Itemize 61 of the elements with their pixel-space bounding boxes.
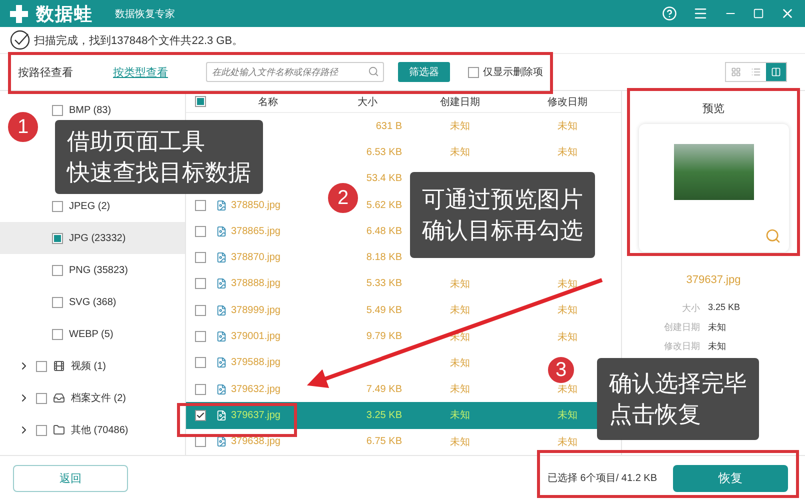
app-name: 数据蛙 <box>36 2 93 26</box>
file-size: 8.18 KB <box>366 252 402 264</box>
created-date: 未知 <box>450 278 470 290</box>
file-name: 379637.jpg <box>231 410 280 421</box>
detail-label: 创建日期 <box>663 321 700 334</box>
file-size: 5.49 KB <box>366 304 402 316</box>
created-date: 未知 <box>450 147 470 158</box>
file-name: 379001.jpg <box>231 331 280 342</box>
file-name: 378870.jpg <box>231 252 280 264</box>
file-size: 9.79 KB <box>366 331 402 342</box>
detail-value: 未知 <box>708 321 727 334</box>
file-size: 6.53 KB <box>366 146 402 158</box>
callout-tooltip: 确认选择完毕 点击恢复 <box>597 358 759 440</box>
detail-value: 3.25 KB <box>708 302 740 314</box>
created-date: 未知 <box>450 305 470 316</box>
file-name: 379638.jpg <box>231 436 280 448</box>
file-name: 378865.jpg <box>231 226 280 237</box>
column-header: 大小 <box>356 96 378 108</box>
file-size: 6.75 KB <box>366 436 402 448</box>
modified-date: 未知 <box>558 384 578 396</box>
checkbox-label: 仅显示删除项 <box>483 66 543 79</box>
column-header: 创建日期 <box>439 96 481 108</box>
created-date: 未知 <box>450 384 470 396</box>
modified-date: 未知 <box>558 147 578 158</box>
selection-summary: 已选择 6个项目/ 41.2 KB <box>548 472 657 485</box>
created-date: 未知 <box>450 121 470 132</box>
file-name: 378888.jpg <box>231 278 280 290</box>
preview-file-name: 379637.jpg <box>686 274 741 286</box>
step-number: 3 <box>546 355 576 385</box>
scan-status: 扫描完成，找到137848个文件共22.3 GB。 <box>34 34 244 48</box>
created-date: 未知 <box>450 358 470 369</box>
file-size: 7.49 KB <box>366 384 402 395</box>
created-date: 未知 <box>450 410 470 422</box>
detail-label: 大小 <box>681 302 700 315</box>
detail-value: 未知 <box>708 340 727 353</box>
column-header: 修改日期 <box>546 96 588 108</box>
file-name: 378850.jpg <box>231 200 280 211</box>
modified-date: 未知 <box>558 121 578 132</box>
modified-date: 未知 <box>558 410 578 422</box>
callout-tooltip: 可通过预览图片 确认目标再勾选 <box>410 172 595 258</box>
file-size: 5.62 KB <box>366 200 402 211</box>
file-size: 6.48 KB <box>366 226 402 237</box>
callout-tooltip: 借助页面工具 快速查找目标数据 <box>55 120 263 194</box>
column-header: 名称 <box>257 96 279 108</box>
file-size: 53.4 KB <box>366 173 402 184</box>
file-size: 5.33 KB <box>366 278 402 290</box>
preview-title: 预览 <box>702 102 724 116</box>
created-date: 未知 <box>450 436 470 448</box>
modified-date: 未知 <box>558 278 578 290</box>
file-name: 378999.jpg <box>231 304 280 316</box>
file-size: 3.25 KB <box>366 410 402 421</box>
file-name: 379632.jpg <box>231 384 280 395</box>
detail-label: 修改日期 <box>663 340 700 353</box>
modified-date: 未知 <box>558 332 578 343</box>
modified-date: 未知 <box>558 305 578 316</box>
file-size: 631 B <box>376 120 402 132</box>
file-name: 379588.jpg <box>231 357 280 368</box>
modified-date: 未知 <box>558 436 578 448</box>
step-number: 1 <box>6 110 40 144</box>
app-subtitle: 数据恢复专家 <box>115 8 175 20</box>
step-number: 2 <box>326 181 360 215</box>
